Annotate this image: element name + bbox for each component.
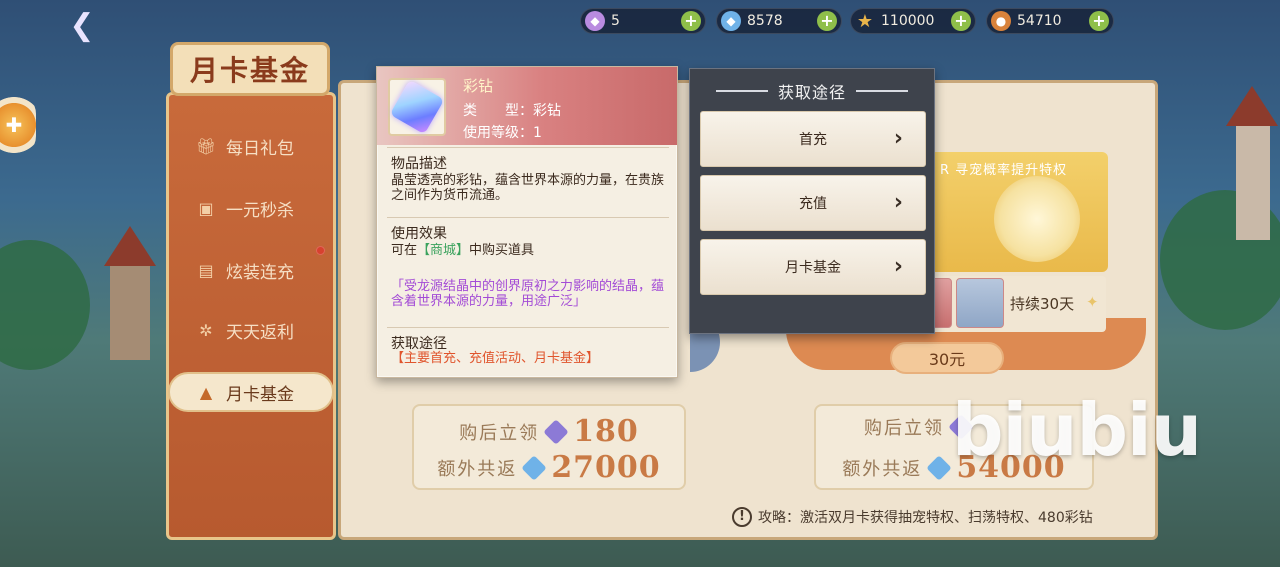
sidebar-item-label: 炫装连充	[226, 262, 294, 283]
card-reward-left: 购后立领 180 额外共返 27000	[412, 404, 686, 490]
desc-text: 晶莹透亮的彩钻，蕴含世界本源的力量，在贵族之间作为货币流通。	[391, 173, 665, 203]
watermark: biubiu	[952, 388, 1202, 472]
item-name: 彩钻	[463, 77, 494, 95]
item-frame	[388, 78, 446, 136]
divider	[387, 327, 669, 328]
diamond-icon	[521, 454, 548, 481]
fund-icon: ▲	[199, 382, 213, 402]
resource-value: 54710	[1017, 13, 1062, 29]
resource-value: 5	[611, 13, 620, 29]
background-tower	[1236, 120, 1270, 240]
coin-icon: ●	[991, 11, 1011, 31]
duration-label: 持续30天	[1010, 295, 1075, 313]
sidebar-item-outfit-recharge[interactable]: ▤ 炫装连充	[196, 250, 336, 290]
acquire-recharge-button[interactable]: 充值 ›	[700, 175, 926, 231]
item-detail-popup: 彩钻 类 型：彩钻 使用等级：1 物品描述 晶莹透亮的彩钻，蕴含世界本源的力量，…	[376, 66, 678, 378]
acquire-button-label: 充值	[799, 196, 827, 212]
purple-gem-icon	[543, 418, 569, 445]
resource-value: 110000	[881, 13, 935, 29]
add-diamond-button[interactable]: +	[817, 11, 837, 31]
resource-value: 8578	[747, 13, 783, 29]
sidebar-item-label: 一元秒杀	[226, 200, 294, 221]
tip-text: 攻略：激活双月卡获得抽宠特权、扫荡特权、480彩钻	[758, 510, 1093, 526]
gift-icon: 🎁︎	[196, 136, 217, 156]
exclamation-icon: !	[732, 507, 752, 527]
acquire-panel: 获取途径 首充 › 充值 › 月卡基金 ›	[689, 68, 935, 334]
background-roof	[104, 226, 156, 266]
sidebar-item-label: 每日礼包	[226, 138, 294, 159]
background-tree	[0, 240, 90, 370]
sidebar-item-label: 月卡基金	[226, 384, 294, 405]
background-roof	[1226, 86, 1278, 126]
chevron-right-icon: ›	[893, 254, 903, 279]
ticket-icon: ▣	[198, 198, 214, 218]
sidebar-title: 月卡基金	[189, 54, 310, 87]
effect-title: 使用效果	[391, 226, 447, 242]
resource-diamond: ◆ 8578 +	[716, 8, 842, 34]
outfit-icon: ▤	[198, 260, 214, 280]
star-icon: ★	[856, 10, 874, 32]
diamond-icon	[926, 454, 953, 481]
chevron-right-icon: ›	[893, 190, 903, 215]
reward-label: 购后立领	[864, 418, 944, 439]
add-coin-button[interactable]: +	[1089, 11, 1109, 31]
reward-value: 27000	[551, 450, 661, 485]
lore-quote: 「受龙源结晶中的创界原初之力影响的结晶，蕴含着世界本源的力量，用途广泛」	[391, 279, 665, 309]
divider	[387, 217, 669, 218]
sun-emblem-icon	[994, 176, 1080, 262]
purple-gem-icon: ◆	[585, 11, 605, 31]
acquire-title: 获取途径	[777, 83, 846, 102]
chevron-right-icon: ›	[893, 126, 903, 151]
background-tower	[110, 260, 150, 360]
reward-value: 180	[573, 414, 639, 449]
strategy-tip: ! 攻略：激活双月卡获得抽宠特权、扫荡特权、480彩钻	[732, 507, 1093, 527]
resource-coin: ● 54710 +	[986, 8, 1114, 34]
reward-diamond-tile[interactable]	[956, 278, 1004, 328]
reward-line: 购后立领 180	[414, 414, 684, 449]
divider-ornament	[715, 90, 768, 92]
acquire-button-label: 首充	[799, 132, 827, 148]
sidebar-item-monthly-fund[interactable]: ▲ 月卡基金	[168, 372, 334, 412]
wheel-icon: ✲	[199, 320, 213, 340]
item-level: 使用等级：1	[463, 125, 542, 141]
diamond-icon: ◆	[721, 11, 741, 31]
acquire-first-recharge-button[interactable]: 首充 ›	[700, 111, 926, 167]
buy-30-button[interactable]: 30元	[890, 342, 1004, 374]
acquire-monthly-fund-button[interactable]: 月卡基金 ›	[700, 239, 926, 295]
reward-label: 额外共返	[437, 458, 518, 480]
reward-label: 购后立领	[459, 422, 540, 444]
privilege-label: R 寻宠概率提升特权	[940, 163, 1068, 178]
divider	[387, 147, 669, 148]
sidebar-item-daily-rebate[interactable]: ✲ 天天返利	[196, 310, 336, 350]
shop-link[interactable]: 【商城】	[417, 243, 469, 258]
add-star-button[interactable]: +	[951, 11, 971, 31]
resource-star: ★ 110000 +	[850, 8, 976, 34]
back-button[interactable]: ❮	[60, 10, 104, 42]
add-gem-button[interactable]: +	[681, 11, 701, 31]
sidebar-title-plate: 月卡基金	[170, 42, 330, 96]
reward-line: 额外共返 27000	[414, 450, 684, 485]
effect-suffix: 中购买道具	[469, 243, 535, 258]
effect-prefix: 可在	[391, 243, 418, 258]
item-type: 类 型：彩钻	[463, 103, 561, 119]
sparkle-icon: ✦	[1086, 293, 1099, 311]
source-text: 【主要首充、充值活动、月卡基金】	[391, 351, 600, 366]
event-float-icon[interactable]: ✚	[0, 92, 36, 158]
acquire-button-label: 月卡基金	[785, 260, 841, 276]
notification-dot	[316, 246, 325, 255]
acquire-header: 获取途径	[690, 79, 934, 103]
sidebar-item-flash-sale[interactable]: ▣ 一元秒杀	[196, 188, 336, 228]
sidebar-item-daily-gift[interactable]: 🎁︎ 每日礼包	[196, 126, 336, 166]
sidebar-item-label: 天天返利	[226, 322, 294, 343]
effect-text: 可在【商城】中购买道具	[391, 243, 667, 258]
reward-label: 额外共返	[842, 458, 923, 480]
desc-title: 物品描述	[391, 156, 447, 172]
rainbow-gem-icon	[389, 79, 445, 135]
resource-gem: ◆ 5 +	[580, 8, 706, 34]
source-title: 获取途径	[391, 336, 447, 352]
divider-ornament	[856, 90, 908, 92]
